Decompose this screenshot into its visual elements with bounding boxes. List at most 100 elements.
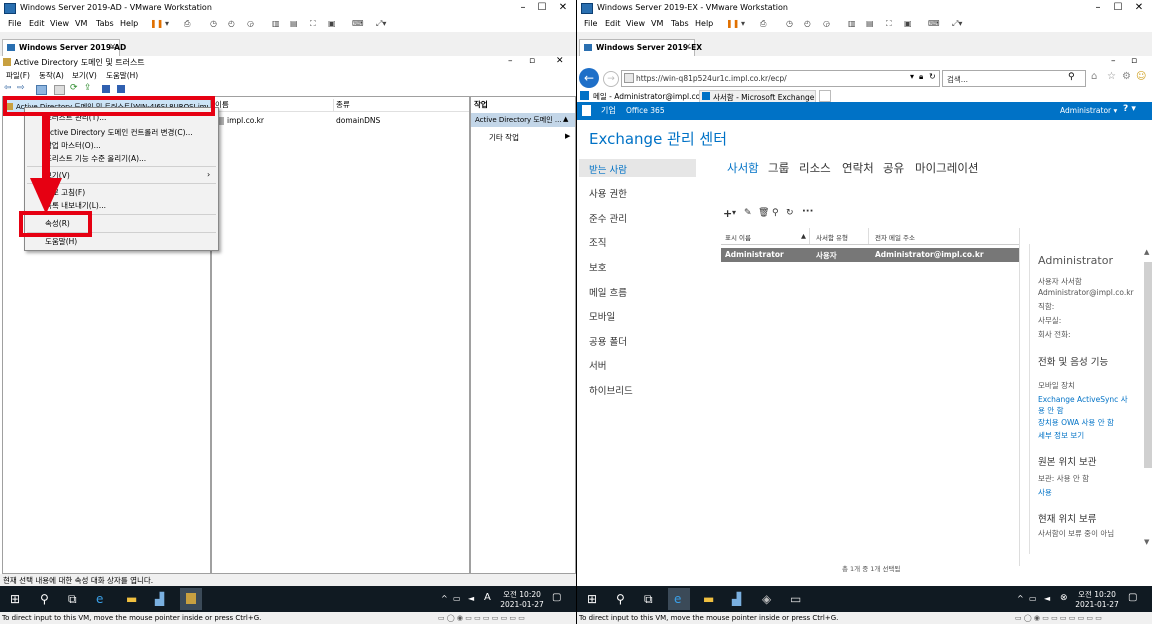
snapshot-manager-icon[interactable]: ◶ (247, 19, 254, 28)
nav-hybrid[interactable]: 하이브리드 (589, 383, 633, 397)
fullscreen-icon[interactable]: ⛶ (886, 19, 892, 29)
collapse-icon[interactable]: ▲ (563, 115, 568, 123)
snapshot-manager-icon[interactable]: ◶ (823, 19, 830, 28)
browser-tab[interactable]: 메일 - Administrator@impl.co... (579, 90, 707, 102)
command-prompt-icon[interactable]: ▭ (790, 592, 801, 606)
owa-devices-link[interactable]: 장치용 OWA 사용 안 함 (1038, 417, 1114, 428)
forward-icon[interactable]: ⇨ (17, 83, 25, 93)
maximize-button[interactable]: ☐ (1111, 2, 1125, 13)
delete-icon[interactable]: 🗑︎ (758, 208, 769, 218)
start-icon[interactable]: ⊞ (587, 592, 597, 606)
smiley-icon[interactable]: ☺ (1136, 71, 1146, 82)
view-details-link[interactable]: 세부 정보 보기 (1038, 430, 1084, 441)
menu-help[interactable]: Help (695, 19, 713, 28)
notification-icon[interactable]: ▢ (552, 592, 561, 603)
scrollbar-thumb[interactable] (1144, 262, 1152, 468)
close-button[interactable]: ✕ (1132, 2, 1146, 13)
subnav-contacts[interactable]: 연락처 (842, 160, 874, 176)
search-icon[interactable]: ⚲ (40, 592, 49, 606)
console-menu-action[interactable]: 동작(A) (39, 70, 64, 81)
enterprise-tab[interactable]: 기업 (601, 105, 616, 116)
thumbnail-icon[interactable]: ▤ (866, 19, 874, 28)
library-icon[interactable]: ▥ (848, 19, 856, 28)
console-menu-view[interactable]: 보기(V) (72, 70, 97, 81)
console-menu-file[interactable]: 파일(F) (6, 70, 30, 81)
search-field[interactable]: 검색... ⚲ (942, 70, 1086, 87)
subnav-groups[interactable]: 그룹 (768, 160, 789, 176)
search-icon[interactable]: ⚲ (772, 208, 779, 218)
network-icon[interactable]: ▭ (1029, 594, 1037, 603)
archive-enable-link[interactable]: 사용 (1038, 487, 1052, 498)
new-tab-button[interactable] (819, 90, 831, 102)
actions-selected-row[interactable]: Active Directory 도메인 ... ▲ (471, 113, 575, 127)
menu-view[interactable]: View (50, 19, 69, 28)
menu-vm[interactable]: VM (75, 19, 87, 28)
fullscreen-icon[interactable]: ⛶ (310, 19, 316, 29)
device-icons[interactable]: ▭ ◯ ◉ ▭ ▭ ▭ ▭ ▭ ▭ ▭ (1015, 614, 1102, 622)
ie-minimize-button[interactable]: – (1111, 56, 1116, 66)
list-icon[interactable] (54, 85, 65, 95)
clock-date[interactable]: 2021-01-27 (1073, 600, 1121, 609)
device-icons[interactable]: ▭ ◯ ◉ ▭ ▭ ▭ ▭ ▭ ▭ ▭ (438, 614, 525, 622)
close-tab-icon[interactable]: × (684, 42, 692, 52)
snapshot-icon[interactable]: ◷ (786, 19, 793, 28)
settings-gear-icon[interactable]: ⚙ (1122, 71, 1131, 82)
server-manager-icon[interactable]: ▟ (155, 592, 164, 606)
edit-icon[interactable]: ✎ (744, 208, 752, 218)
column-type[interactable]: 종류 (336, 99, 350, 110)
stretch-icon[interactable]: ⤢▾ (952, 19, 962, 29)
unity-icon[interactable]: ▣ (328, 19, 336, 28)
subnav-migration[interactable]: 마이그레이션 (915, 160, 978, 176)
favorites-icon[interactable]: ☆ (1107, 71, 1116, 82)
sort-icon[interactable]: ▲ (801, 232, 806, 240)
subnav-shared[interactable]: 공유 (883, 160, 904, 176)
back-icon[interactable]: ← (579, 68, 599, 88)
activesync-link[interactable]: Exchange ActiveSync 사용 안 함 (1038, 394, 1130, 416)
refresh-icon[interactable]: ↻ (929, 72, 936, 81)
tray-chevron-icon[interactable]: ^ (1017, 594, 1024, 603)
revert-snapshot-icon[interactable]: ◴ (228, 19, 235, 28)
task-view-icon[interactable]: ⧉ (68, 592, 77, 607)
dropdown-icon[interactable]: ▾ (165, 19, 169, 28)
menu-help[interactable]: Help (120, 19, 138, 28)
vm-tab[interactable]: Windows Server 2019-EX × (579, 39, 702, 56)
help-menu[interactable]: ? ▾ (1123, 104, 1136, 114)
column-mailbox-type[interactable]: 사서함 유형 (816, 232, 848, 242)
menu-file[interactable]: File (584, 19, 597, 28)
ime-indicator[interactable]: A (484, 592, 491, 603)
file-explorer-icon[interactable]: ▬ (703, 592, 714, 606)
dropdown-icon[interactable]: ▾ (741, 19, 745, 28)
console-tree-icon[interactable] (36, 85, 47, 95)
nav-mobile[interactable]: 모바일 (589, 309, 615, 323)
mailbox-row-selected[interactable]: Administrator 사용자 Administrator@impl.co.… (721, 248, 1019, 262)
file-explorer-icon[interactable]: ▬ (126, 592, 137, 606)
minimize-button[interactable]: – (1091, 2, 1105, 13)
snapshot-icon[interactable]: ◷ (210, 19, 217, 28)
back-icon[interactable]: ⇦ (4, 83, 12, 93)
menu-tabs[interactable]: Tabs (96, 19, 114, 28)
home-icon[interactable]: ⌂ (1091, 71, 1097, 82)
close-button[interactable]: ✕ (556, 2, 570, 13)
menu-view[interactable]: View (626, 19, 645, 28)
console-close-button[interactable]: ✕ (556, 56, 564, 66)
console-icon[interactable]: ⌨ (352, 19, 364, 28)
ie-maximize-button[interactable]: ▫ (1131, 56, 1137, 66)
more-icon[interactable]: ··· (802, 206, 813, 217)
domain-name[interactable]: impl.co.kr (227, 116, 264, 125)
console-menu-help[interactable]: 도움말(H) (106, 70, 138, 81)
user-menu[interactable]: Administrator ▾ (1060, 106, 1117, 115)
console-maximize-button[interactable]: ▫ (529, 56, 535, 66)
forward-icon[interactable]: → (603, 71, 619, 87)
scroll-up-icon[interactable]: ▲ (1144, 248, 1149, 256)
clock-time[interactable]: 오전 10:20 (500, 589, 544, 600)
add-dropdown-icon[interactable]: ▾ (732, 208, 736, 217)
menu-file[interactable]: File (8, 19, 21, 28)
notification-icon[interactable]: ▢ (1128, 592, 1137, 603)
search-icon[interactable]: ⚲ (616, 592, 625, 606)
thumbnail-icon[interactable]: ▤ (290, 19, 298, 28)
clock-time[interactable]: 오전 10:20 (1075, 589, 1119, 600)
vm-tab[interactable]: Windows Server 2019-AD × (2, 39, 126, 56)
network-icon[interactable]: ▭ (453, 594, 461, 603)
scroll-down-icon[interactable]: ▼ (1144, 538, 1149, 546)
console-minimize-button[interactable]: – (508, 56, 513, 66)
